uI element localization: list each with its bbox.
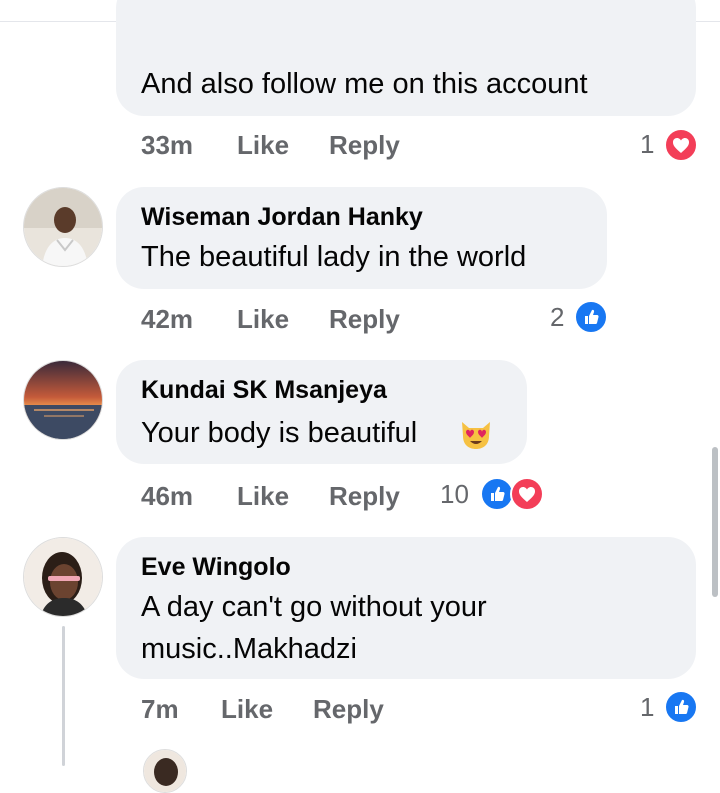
reply-thread-line bbox=[62, 626, 65, 766]
avatar[interactable] bbox=[23, 537, 103, 617]
like-button[interactable]: Like bbox=[237, 130, 289, 161]
comment-text-line-1: A day can't go without your bbox=[141, 591, 487, 623]
comment-text: Your body is beautiful bbox=[141, 417, 418, 449]
comment-time[interactable]: 33m bbox=[141, 130, 193, 161]
reaction-count[interactable]: 2 bbox=[550, 302, 564, 333]
avatar[interactable] bbox=[143, 749, 187, 793]
heart-eyes-cat-emoji bbox=[462, 422, 490, 449]
reply-button[interactable]: Reply bbox=[329, 304, 400, 335]
reaction-count[interactable]: 1 bbox=[640, 692, 654, 723]
like-button[interactable]: Like bbox=[237, 481, 289, 512]
comment-time[interactable]: 7m bbox=[141, 694, 179, 725]
like-button[interactable]: Like bbox=[221, 694, 273, 725]
avatar[interactable] bbox=[23, 187, 103, 267]
comment-time[interactable]: 46m bbox=[141, 481, 193, 512]
reply-button[interactable]: Reply bbox=[313, 694, 384, 725]
avatar[interactable] bbox=[23, 360, 103, 440]
heart-icon[interactable] bbox=[510, 477, 544, 511]
comment-author[interactable]: Wiseman Jordan Hanky bbox=[141, 203, 423, 232]
comment-text: And also follow me on this account bbox=[141, 68, 588, 100]
reaction-count[interactable]: 10 bbox=[440, 479, 469, 510]
reaction-count[interactable]: 1 bbox=[640, 129, 654, 160]
comment-time[interactable]: 42m bbox=[141, 304, 193, 335]
thumbs-up-icon[interactable] bbox=[574, 300, 608, 334]
comment-author[interactable]: Kundai SK Msanjeya bbox=[141, 376, 387, 405]
comment-text: The beautiful lady in the world bbox=[141, 241, 527, 273]
thumbs-up-icon[interactable] bbox=[664, 690, 698, 724]
comment-author[interactable]: Eve Wingolo bbox=[141, 553, 291, 582]
thumbs-up-icon[interactable] bbox=[480, 477, 514, 511]
heart-icon[interactable] bbox=[664, 128, 698, 162]
comment-text-line-2: music..Makhadzi bbox=[141, 633, 357, 665]
reply-button[interactable]: Reply bbox=[329, 130, 400, 161]
scrollbar[interactable] bbox=[712, 447, 718, 597]
like-button[interactable]: Like bbox=[237, 304, 289, 335]
reply-button[interactable]: Reply bbox=[329, 481, 400, 512]
